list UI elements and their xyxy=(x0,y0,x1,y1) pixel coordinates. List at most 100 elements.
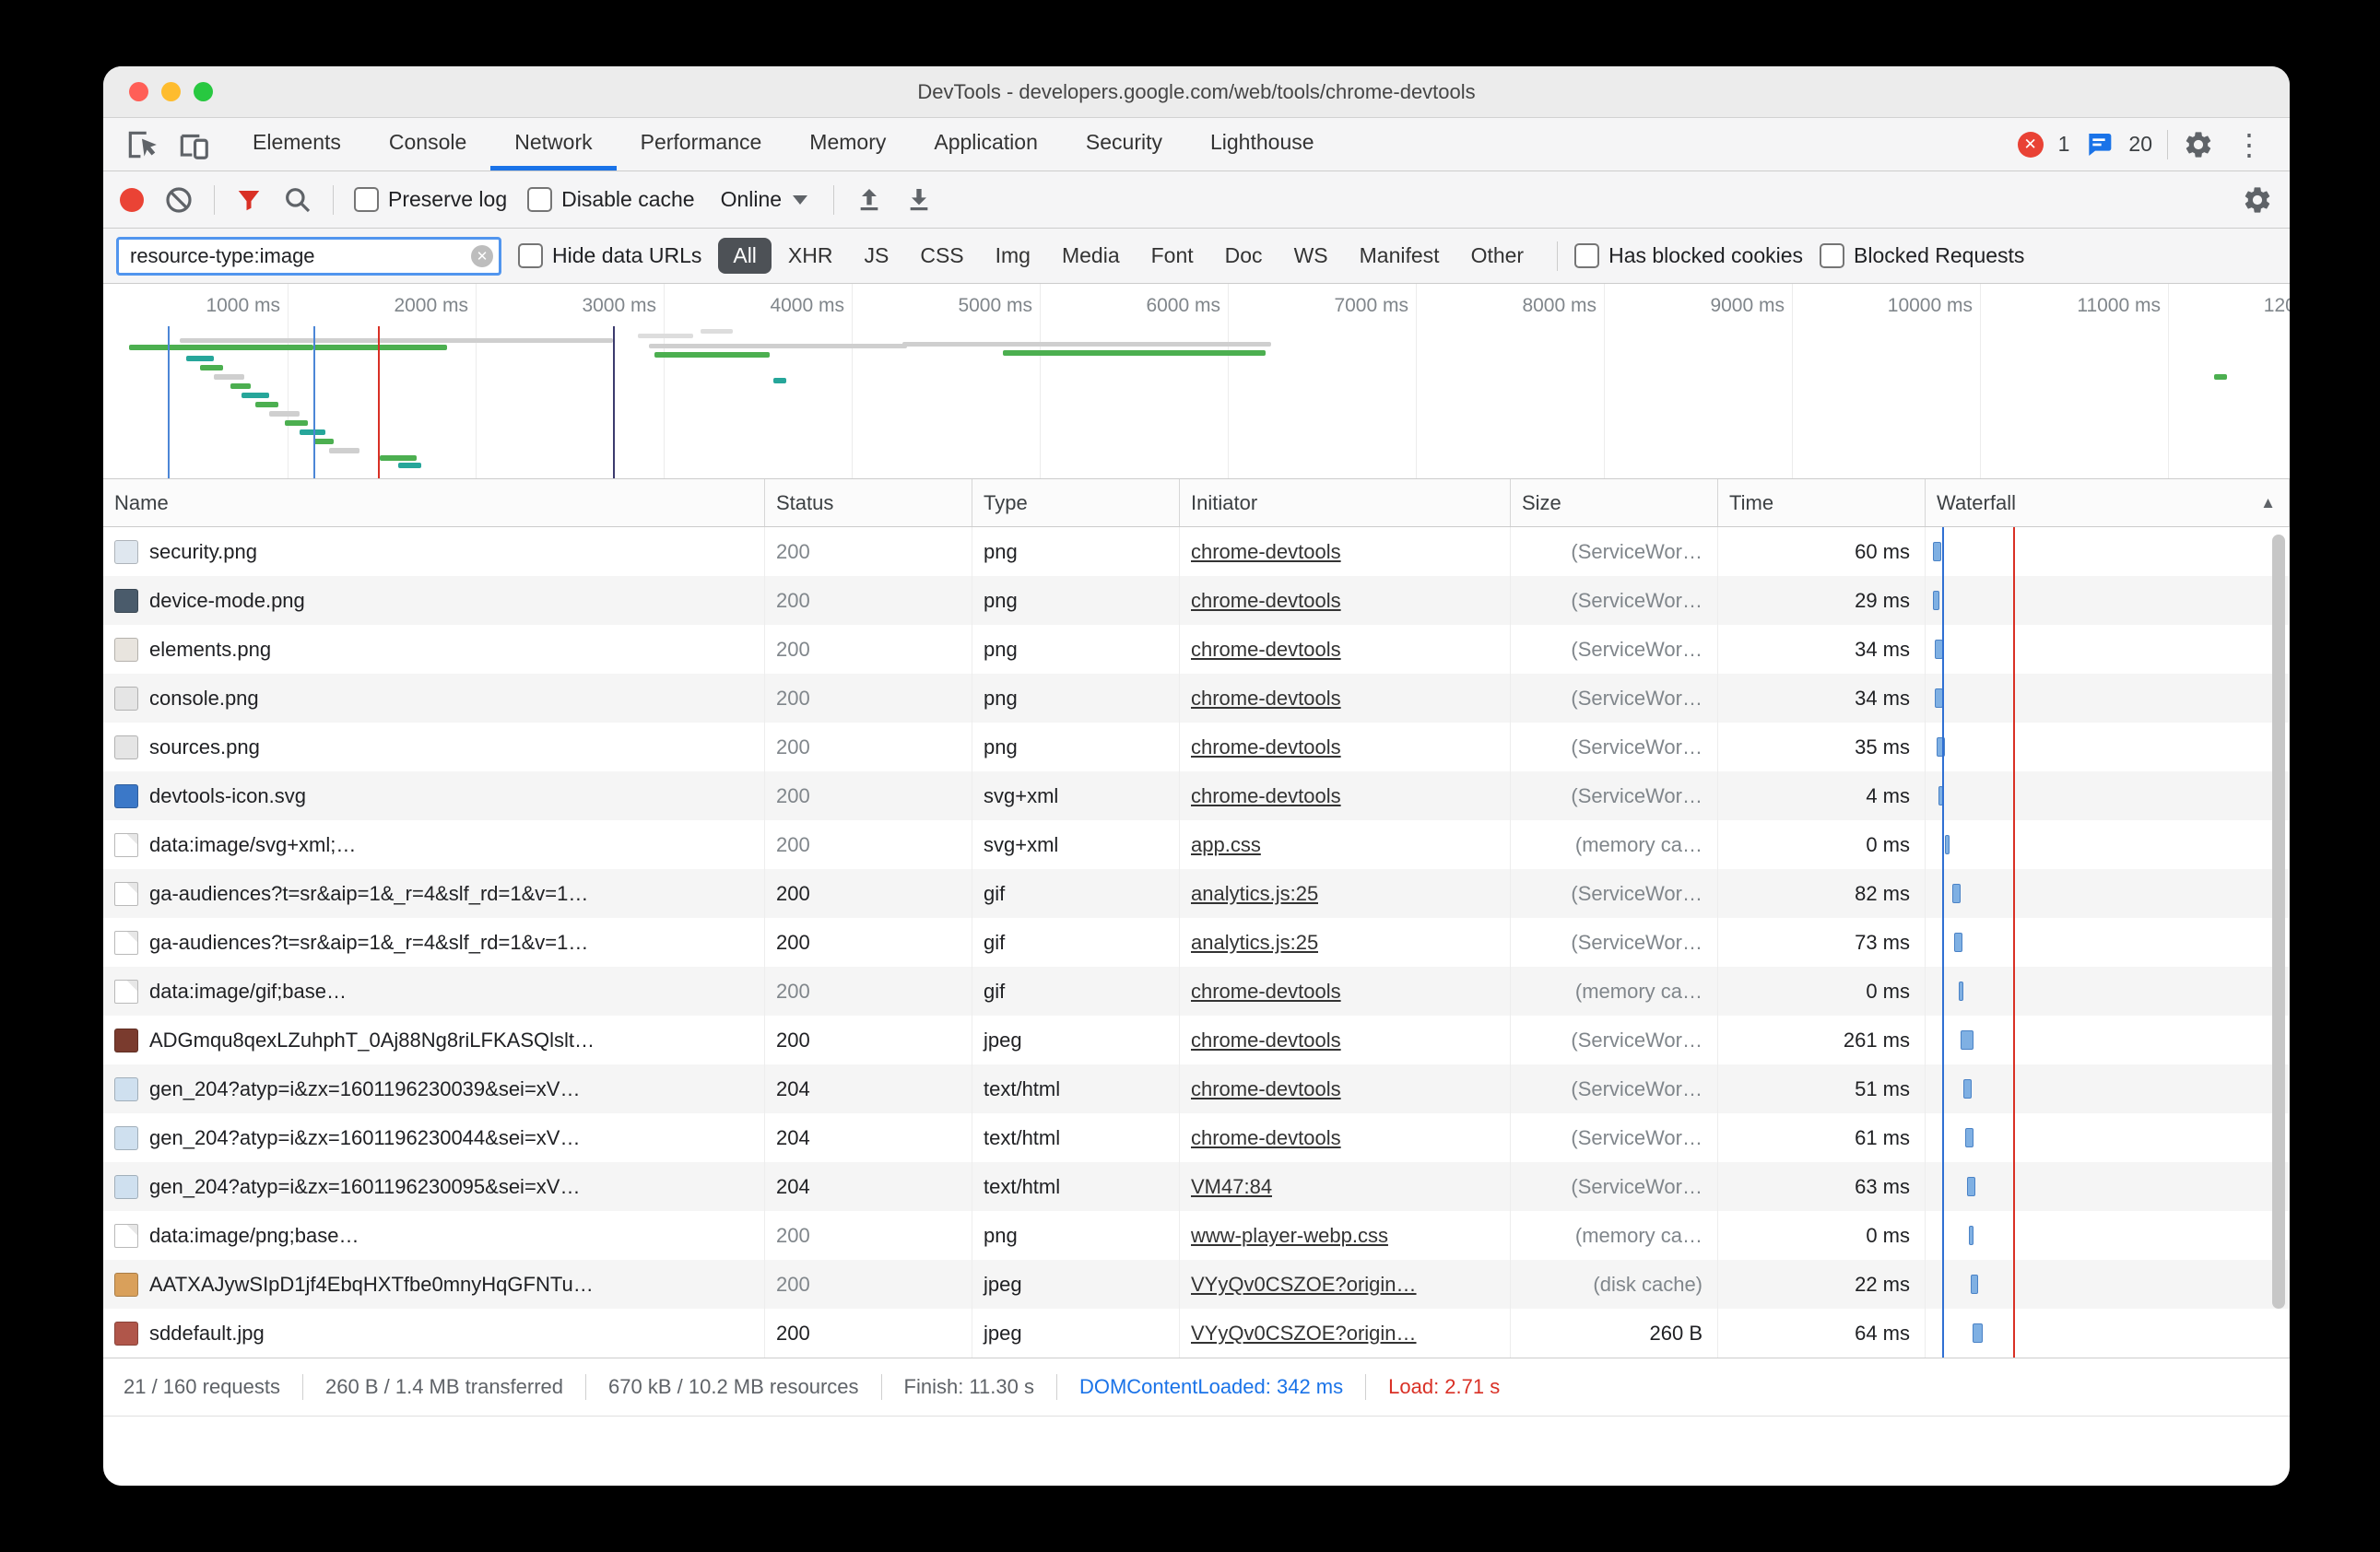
filter-pill-other[interactable]: Other xyxy=(1456,238,1539,274)
table-row[interactable]: sources.png200pngchrome-devtools(Service… xyxy=(103,723,2290,771)
tab-lighthouse[interactable]: Lighthouse xyxy=(1186,118,1338,170)
initiator-link[interactable]: chrome-devtools xyxy=(1191,1077,1341,1101)
footer-divider xyxy=(1056,1374,1057,1400)
overview-activity-bar xyxy=(2214,374,2227,380)
filter-pill-img[interactable]: Img xyxy=(981,238,1045,274)
column-header-waterfall[interactable]: Waterfall▲ xyxy=(1926,479,2290,526)
document-icon xyxy=(114,980,138,1004)
column-header-status[interactable]: Status xyxy=(765,479,972,526)
table-row[interactable]: sddefault.jpg200jpegVYyQv0CSZOE?origin…2… xyxy=(103,1309,2290,1358)
table-row[interactable]: elements.png200pngchrome-devtools(Servic… xyxy=(103,625,2290,674)
tab-network[interactable]: Network xyxy=(490,118,616,170)
initiator-link[interactable]: www-player-webp.css xyxy=(1191,1224,1388,1248)
initiator-link[interactable]: chrome-devtools xyxy=(1191,638,1341,662)
network-settings-gear-icon[interactable] xyxy=(2242,184,2273,216)
table-row[interactable]: gen_204?atyp=i&zx=1601196230044&sei=xV…2… xyxy=(103,1113,2290,1162)
waterfall-bar xyxy=(1952,884,1961,903)
column-header-size[interactable]: Size xyxy=(1511,479,1718,526)
settings-gear-icon[interactable] xyxy=(2183,129,2214,160)
size-cell: (ServiceWor… xyxy=(1511,771,1718,820)
initiator-link[interactable]: chrome-devtools xyxy=(1191,1029,1341,1052)
waterfall-cell xyxy=(1926,1016,2290,1064)
column-header-initiator[interactable]: Initiator xyxy=(1180,479,1511,526)
filter-pill-font[interactable]: Font xyxy=(1137,238,1208,274)
overview-marker-line xyxy=(378,326,380,478)
has-blocked-cookies-group: Has blocked cookies xyxy=(1574,243,1803,268)
filter-input[interactable] xyxy=(116,237,501,276)
filter-pill-all[interactable]: All xyxy=(718,238,772,274)
initiator-link[interactable]: analytics.js:25 xyxy=(1191,882,1318,906)
filter-pill-manifest[interactable]: Manifest xyxy=(1345,238,1455,274)
initiator-link[interactable]: chrome-devtools xyxy=(1191,540,1341,564)
preserve-log-checkbox[interactable] xyxy=(354,187,379,212)
more-options-menu-icon[interactable]: ⋮ xyxy=(2229,130,2269,159)
initiator-link[interactable]: analytics.js:25 xyxy=(1191,931,1318,955)
export-har-icon[interactable] xyxy=(904,185,934,215)
close-button[interactable] xyxy=(129,82,148,101)
initiator-link[interactable]: chrome-devtools xyxy=(1191,735,1341,759)
type-cell: png xyxy=(972,625,1180,674)
table-row[interactable]: device-mode.png200pngchrome-devtools(Ser… xyxy=(103,576,2290,625)
filter-funnel-icon[interactable] xyxy=(235,186,263,214)
tab-performance[interactable]: Performance xyxy=(617,118,786,170)
minimize-button[interactable] xyxy=(161,82,181,101)
table-row[interactable]: ga-audiences?t=sr&aip=1&_r=4&slf_rd=1&v=… xyxy=(103,918,2290,967)
hide-data-urls-checkbox[interactable] xyxy=(518,243,543,268)
filter-pill-xhr[interactable]: XHR xyxy=(773,238,848,274)
issues-bubble-icon[interactable] xyxy=(2084,130,2114,159)
table-row[interactable]: devtools-icon.svg200svg+xmlchrome-devtoo… xyxy=(103,771,2290,820)
initiator-link[interactable]: chrome-devtools xyxy=(1191,1126,1341,1150)
table-row[interactable]: gen_204?atyp=i&zx=1601196230095&sei=xV…2… xyxy=(103,1162,2290,1211)
column-header-name[interactable]: Name xyxy=(103,479,765,526)
issues-count: 20 xyxy=(2128,132,2152,157)
initiator-link[interactable]: chrome-devtools xyxy=(1191,687,1341,711)
table-row[interactable]: security.png200pngchrome-devtools(Servic… xyxy=(103,527,2290,576)
initiator-link[interactable]: VM47:84 xyxy=(1191,1175,1272,1199)
table-row[interactable]: AATXAJywSIpD1jf4EbqHXTfbe0mnyHqGFNTu…200… xyxy=(103,1260,2290,1309)
inspect-element-button[interactable] xyxy=(116,118,168,170)
column-header-time[interactable]: Time xyxy=(1718,479,1926,526)
clear-filter-icon[interactable]: ✕ xyxy=(471,245,493,267)
hide-data-urls-group: Hide data URLs xyxy=(518,243,701,268)
tab-memory[interactable]: Memory xyxy=(785,118,910,170)
initiator-link[interactable]: VYyQv0CSZOE?origin… xyxy=(1191,1273,1417,1297)
zoom-button[interactable] xyxy=(194,82,213,101)
tab-console[interactable]: Console xyxy=(365,118,490,170)
clear-network-log-icon[interactable] xyxy=(164,185,194,215)
tab-elements[interactable]: Elements xyxy=(229,118,365,170)
initiator-link[interactable]: chrome-devtools xyxy=(1191,980,1341,1004)
import-har-icon[interactable] xyxy=(854,185,884,215)
table-row[interactable]: ADGmqu8qexLZuhphT_0Aj88Ng8riLFKASQlslt…2… xyxy=(103,1016,2290,1064)
table-row[interactable]: ga-audiences?t=sr&aip=1&_r=4&slf_rd=1&v=… xyxy=(103,869,2290,918)
time-cell: 73 ms xyxy=(1718,918,1926,967)
filter-pill-media[interactable]: Media xyxy=(1047,238,1135,274)
filter-pill-ws[interactable]: WS xyxy=(1279,238,1343,274)
initiator-link[interactable]: chrome-devtools xyxy=(1191,589,1341,613)
record-network-log-button[interactable] xyxy=(120,188,144,212)
table-row[interactable]: console.png200pngchrome-devtools(Service… xyxy=(103,674,2290,723)
table-row[interactable]: data:image/png;base…200pngwww-player-web… xyxy=(103,1211,2290,1260)
column-header-label: Initiator xyxy=(1191,491,1257,515)
blocked-requests-checkbox[interactable] xyxy=(1820,243,1844,268)
filter-pill-js[interactable]: JS xyxy=(849,238,903,274)
initiator-link[interactable]: chrome-devtools xyxy=(1191,784,1341,808)
filter-pill-css[interactable]: CSS xyxy=(905,238,978,274)
overview-time-label: 4000 ms xyxy=(706,295,844,317)
tab-application[interactable]: Application xyxy=(910,118,1062,170)
table-row[interactable]: data:image/svg+xml;…200svg+xmlapp.css(me… xyxy=(103,820,2290,869)
column-header-type[interactable]: Type xyxy=(972,479,1180,526)
initiator-link[interactable]: app.css xyxy=(1191,833,1261,857)
table-row[interactable]: gen_204?atyp=i&zx=1601196230039&sei=xV…2… xyxy=(103,1064,2290,1113)
disable-cache-checkbox[interactable] xyxy=(527,187,552,212)
toggle-device-toolbar-button[interactable] xyxy=(168,118,219,170)
table-row[interactable]: data:image/gif;base…200gifchrome-devtool… xyxy=(103,967,2290,1016)
network-overview-timeline[interactable]: 1000 ms2000 ms3000 ms4000 ms5000 ms6000 … xyxy=(103,284,2290,479)
throttling-select[interactable]: Online xyxy=(715,187,813,212)
vertical-scrollbar-thumb[interactable] xyxy=(2272,535,2285,1309)
filter-pill-doc[interactable]: Doc xyxy=(1210,238,1278,274)
error-badge-icon[interactable]: ✕ xyxy=(2018,132,2044,158)
initiator-link[interactable]: VYyQv0CSZOE?origin… xyxy=(1191,1322,1417,1346)
tab-security[interactable]: Security xyxy=(1062,118,1186,170)
search-icon[interactable] xyxy=(283,185,312,215)
has-blocked-cookies-checkbox[interactable] xyxy=(1574,243,1599,268)
